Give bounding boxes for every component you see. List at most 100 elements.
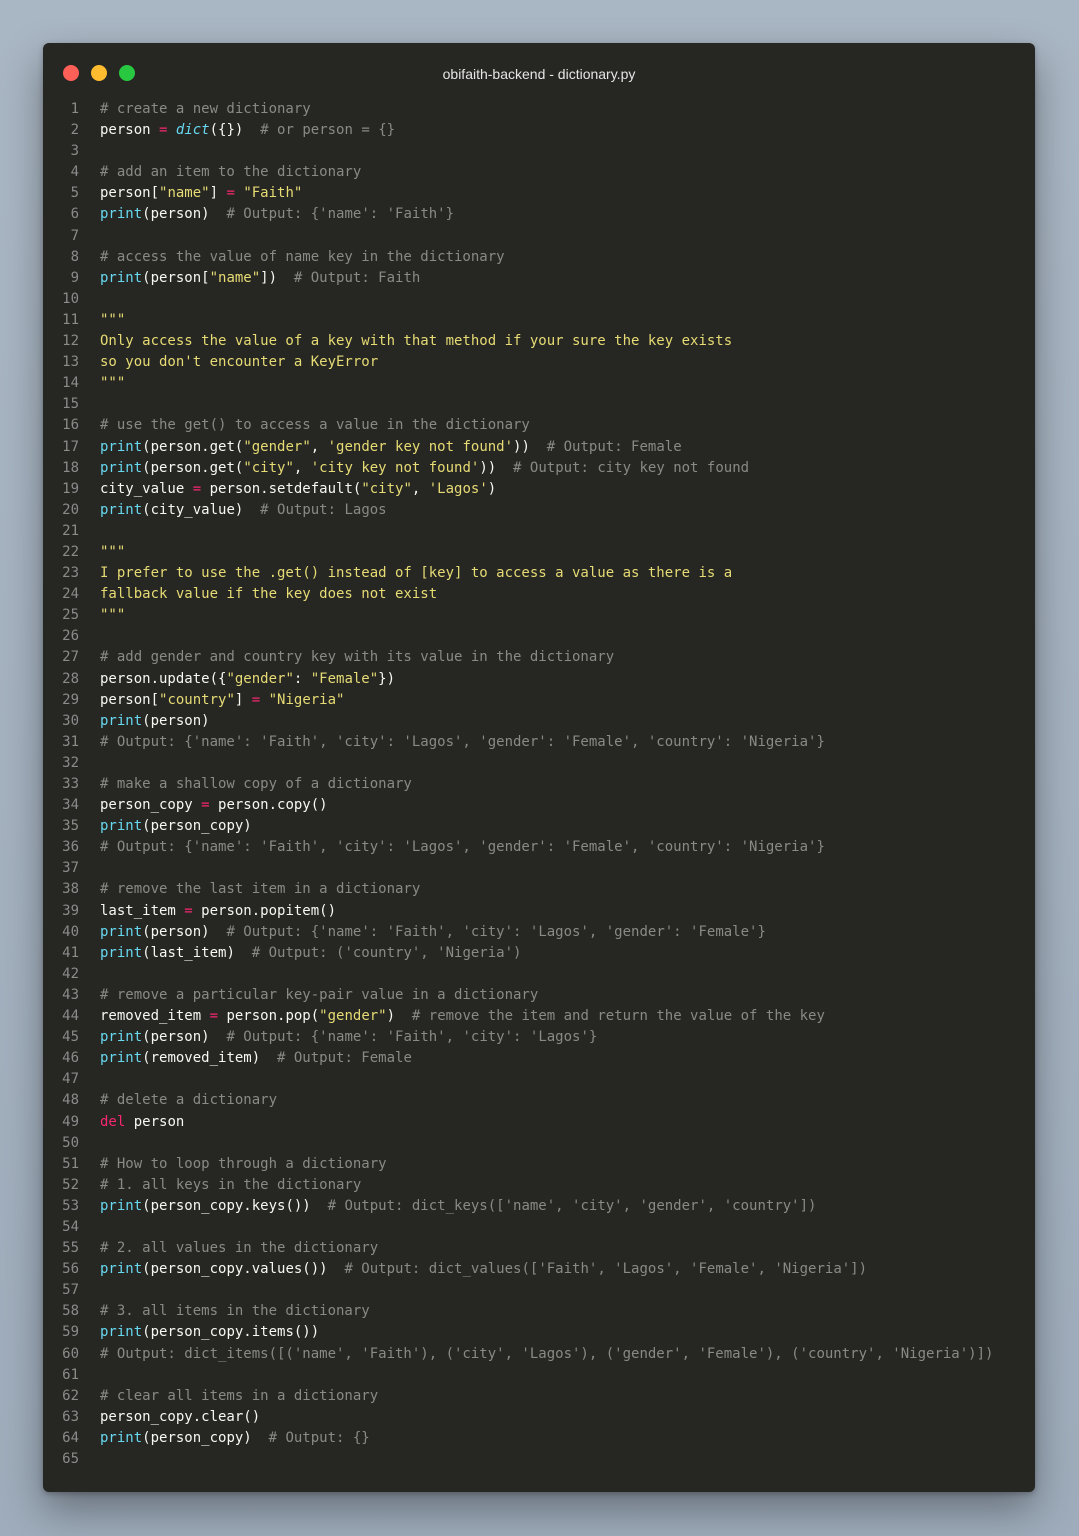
token-string: "city" [243, 459, 294, 476]
line-number: 25 [62, 607, 79, 624]
code-content: person.update({"gender": "Female"}) [100, 669, 395, 690]
line-number: 33 [62, 776, 79, 792]
code-line: 37 [43, 858, 1035, 879]
code-line: 55 # 2. all values in the dictionary [43, 1238, 1035, 1259]
line-number: 30 [62, 712, 79, 729]
token-code-text: ] [209, 185, 227, 202]
code-editor[interactable]: 1 # create a new dictionary 2 person = dict… [43, 99, 1035, 1470]
token-code-text: ) [386, 1008, 412, 1025]
token-string: 'Lagos' [428, 480, 488, 497]
code-content: # Output: dict_items([('name', 'Faith'),… [100, 1344, 993, 1365]
code-line: 1 # create a new dictionary [43, 99, 1035, 120]
token-code-text: (person) [142, 923, 227, 940]
code-content: I prefer to use the .get() instead of [k… [100, 563, 732, 584]
code-line: 35 print(person_copy) [43, 816, 1035, 837]
token-builtin: print [100, 1197, 143, 1214]
code-line: 19 city_value = person.setdefault("city",… [43, 479, 1035, 500]
code-line: 27 # add gender and country key with its … [43, 647, 1035, 668]
token-comment: # Output: dict_items([('name', 'Faith'),… [100, 1345, 994, 1362]
token-string: "gender" [243, 438, 311, 455]
line-number: 24 [62, 586, 79, 603]
token-code-text: person.copy() [209, 797, 328, 814]
token-code-text: ]) [260, 269, 294, 286]
token-code-text: person [125, 1113, 185, 1130]
code-content: print(city_value) # Output: Lagos [100, 500, 387, 521]
token-comment: # Output: Faith [293, 269, 421, 286]
line-number: 35 [62, 818, 79, 835]
line-number: 58 [62, 1303, 79, 1320]
line-number: 12 [62, 333, 79, 350]
token-comment: # Output: Female [277, 1050, 412, 1067]
token-code-text: (person) [142, 1029, 227, 1046]
code-content: print(person) [100, 711, 210, 732]
code-line: 46 print(removed_item) # Output: Female [43, 1048, 1035, 1069]
token-code-text: (person.get( [142, 459, 244, 476]
code-line: 2 person = dict({}) # or person = {} [43, 120, 1035, 141]
line-number: 40 [62, 923, 79, 940]
code-line: 24 fallback value if the key does not exi… [43, 584, 1035, 605]
token-code-text: person.update({ [100, 670, 227, 687]
token-operator: = [184, 902, 193, 919]
line-number: 59 [62, 1324, 79, 1341]
token-string: "country" [159, 691, 235, 708]
code-window: obifaith-backend - dictionary.py 1 # crea… [43, 43, 1035, 1492]
token-builtin: print [100, 944, 143, 961]
token-string: "Female" [310, 670, 379, 687]
line-number: 26 [62, 628, 79, 645]
token-code-text: (last_item) [142, 944, 252, 961]
code-content: Only access the value of a key with that… [100, 331, 732, 352]
code-content: print(person.get("city", 'city key not f… [100, 458, 749, 479]
code-line: 33 # make a shallow copy of a dictionary [43, 774, 1035, 795]
line-number: 29 [62, 691, 79, 708]
token-builtin: print [100, 206, 143, 223]
token-comment: # or person = {} [260, 122, 396, 139]
code-line: 36 # Output: {'name': 'Faith', 'city': 'L… [43, 837, 1035, 858]
token-docstring: """ [100, 543, 126, 560]
line-number: 18 [62, 459, 79, 476]
code-content: person = dict({}) # or person = {} [100, 120, 395, 141]
code-line: 50 [43, 1133, 1035, 1154]
token-code-text: (person_copy.values()) [142, 1261, 345, 1278]
code-line: 20 print(city_value) # Output: Lagos [43, 500, 1035, 521]
code-line: 30 print(person) [43, 711, 1035, 732]
code-content: # clear all items in a dictionary [100, 1386, 378, 1407]
code-content: # delete a dictionary [100, 1090, 277, 1111]
code-content: # remove a particular key-pair value in … [100, 985, 538, 1006]
line-number: 1 [70, 101, 79, 117]
token-builtin: print [100, 712, 143, 729]
token-comment: # add gender and country key with its va… [100, 649, 615, 666]
code-content: print(removed_item) # Output: Female [100, 1048, 412, 1069]
line-number: 34 [62, 797, 79, 814]
token-comment: # Output: Lagos [260, 501, 387, 518]
token-comment: # Output: city key not found [513, 459, 750, 476]
code-line: 43 # remove a particular key-pair value i… [43, 985, 1035, 1006]
code-content: print(person["name"]) # Output: Faith [100, 268, 420, 289]
token-string: "Nigeria" [268, 691, 345, 708]
code-content: # How to loop through a dictionary [100, 1154, 387, 1175]
token-docstring: """ [100, 311, 126, 328]
token-code-text: )) [513, 438, 547, 455]
token-code-text: person.popitem() [192, 902, 337, 919]
token-operator: = [201, 797, 210, 814]
token-docstring: I prefer to use the .get() instead of [k… [100, 565, 733, 582]
token-builtin: print [100, 1029, 143, 1046]
line-number: 51 [62, 1155, 79, 1172]
code-line: 44 removed_item = person.pop("gender") # … [43, 1006, 1035, 1027]
code-content: # 3. all items in the dictionary [100, 1301, 370, 1322]
code-line: 4 # add an item to the dictionary [43, 162, 1035, 183]
line-number: 43 [62, 986, 79, 1003]
token-code-text: , [310, 438, 328, 455]
token-code-text: : [293, 670, 311, 687]
token-code-text: person.setdefault( [201, 480, 362, 497]
line-number: 22 [62, 543, 79, 560]
line-number: 44 [62, 1008, 79, 1025]
code-content: removed_item = person.pop("gender") # re… [100, 1006, 825, 1027]
token-comment: # Output: {'name': 'Faith', 'city': 'Lag… [100, 839, 825, 856]
token-code-text: (person_copy.items()) [142, 1324, 320, 1341]
line-number: 55 [62, 1240, 79, 1257]
code-line: 17 print(person.get("gender", 'gender key… [43, 437, 1035, 458]
line-number: 32 [62, 754, 79, 771]
token-code-text: ] [234, 691, 252, 708]
code-line: 49 del person [43, 1112, 1035, 1133]
line-number: 21 [62, 522, 79, 539]
